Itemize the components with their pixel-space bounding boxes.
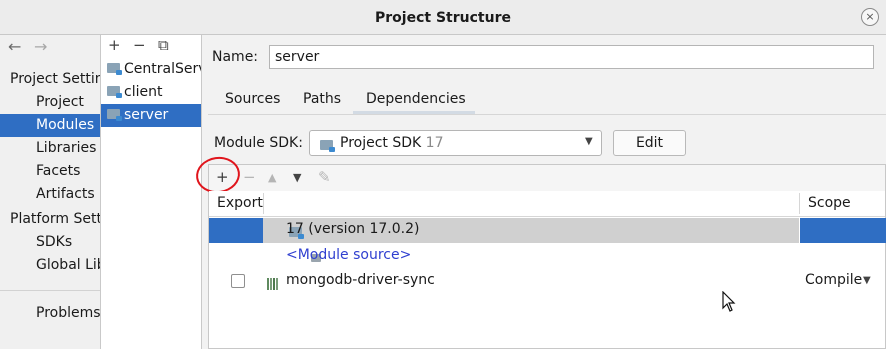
module-folder-icon [107, 86, 122, 98]
close-icon[interactable]: × [861, 8, 879, 26]
scope-select[interactable]: Compile [805, 272, 862, 288]
module-name-input[interactable]: server [269, 45, 874, 69]
dependency-name: mongodb-driver-sync [286, 272, 435, 288]
forward-arrow-icon[interactable]: → [34, 37, 47, 56]
remove-module-icon[interactable]: − [133, 36, 146, 54]
nav-item-artifacts[interactable]: Artifacts [36, 186, 100, 202]
chevron-down-icon: ▼ [863, 275, 871, 286]
column-header-export[interactable]: Export [217, 195, 263, 211]
nav-item-global-libraries[interactable]: Global Libraries [36, 257, 100, 273]
dependencies-header [209, 191, 885, 217]
chevron-down-icon: ▼ [585, 136, 593, 147]
column-header-scope[interactable]: Scope [808, 195, 851, 211]
nav-divider [0, 290, 100, 291]
module-item-label: server [124, 107, 169, 123]
nav-item-project[interactable]: Project [36, 94, 100, 110]
window-title: Project Structure [375, 10, 511, 26]
dependency-name: 17 (version 17.0.2) [286, 221, 420, 237]
export-checkbox[interactable] [231, 274, 245, 288]
module-sdk-value: Project SDK 17 [340, 135, 444, 151]
tab-dependencies[interactable]: Dependencies [366, 91, 466, 107]
module-item-label: client [124, 84, 163, 100]
nav-section-project-settings: Project Settings [10, 71, 100, 87]
nav-item-libraries[interactable]: Libraries [36, 140, 100, 156]
nav-item-modules[interactable]: Modules [36, 117, 100, 133]
sdk-folder-icon [320, 140, 335, 152]
module-sdk-version: 17 [425, 135, 444, 151]
row-scope-cell[interactable] [800, 218, 886, 243]
edit-dependency-icon[interactable]: ✎ [318, 168, 331, 186]
library-icon [267, 274, 281, 290]
module-folder-icon [107, 63, 122, 75]
nav-item-facets[interactable]: Facets [36, 163, 100, 179]
row-export-cell[interactable] [209, 218, 263, 243]
module-sdk-label: Module SDK: [214, 135, 303, 151]
module-list [101, 35, 202, 349]
mouse-cursor-icon [722, 291, 736, 312]
nav-section-platform-settings: Platform Settings [10, 211, 100, 227]
module-item-centralserver[interactable]: CentralServer [107, 61, 201, 77]
move-down-icon[interactable]: ▼ [293, 171, 301, 184]
add-module-icon[interactable]: + [108, 36, 121, 54]
name-label: Name: [212, 49, 259, 65]
edit-sdk-button[interactable]: Edit [613, 130, 686, 156]
column-separator [263, 193, 264, 214]
tab-sources[interactable]: Sources [225, 91, 280, 107]
nav-item-sdks[interactable]: SDKs [36, 234, 100, 250]
move-up-icon[interactable]: ▲ [268, 171, 276, 184]
tabs-divider [208, 114, 886, 115]
module-item-server[interactable]: server [107, 107, 201, 123]
copy-module-icon[interactable]: ⧉ [158, 36, 169, 54]
nav-item-problems[interactable]: Problems [36, 305, 100, 321]
back-arrow-icon[interactable]: ← [8, 37, 21, 56]
module-item-client[interactable]: client [107, 84, 201, 100]
tab-paths[interactable]: Paths [303, 91, 341, 107]
dependency-name[interactable]: <Module source> [286, 247, 411, 263]
module-item-label: CentralServer [124, 61, 201, 77]
module-folder-icon [107, 109, 122, 121]
dependencies-toolbar [209, 165, 885, 192]
column-separator [799, 193, 800, 214]
remove-dependency-icon[interactable]: − [243, 168, 256, 186]
